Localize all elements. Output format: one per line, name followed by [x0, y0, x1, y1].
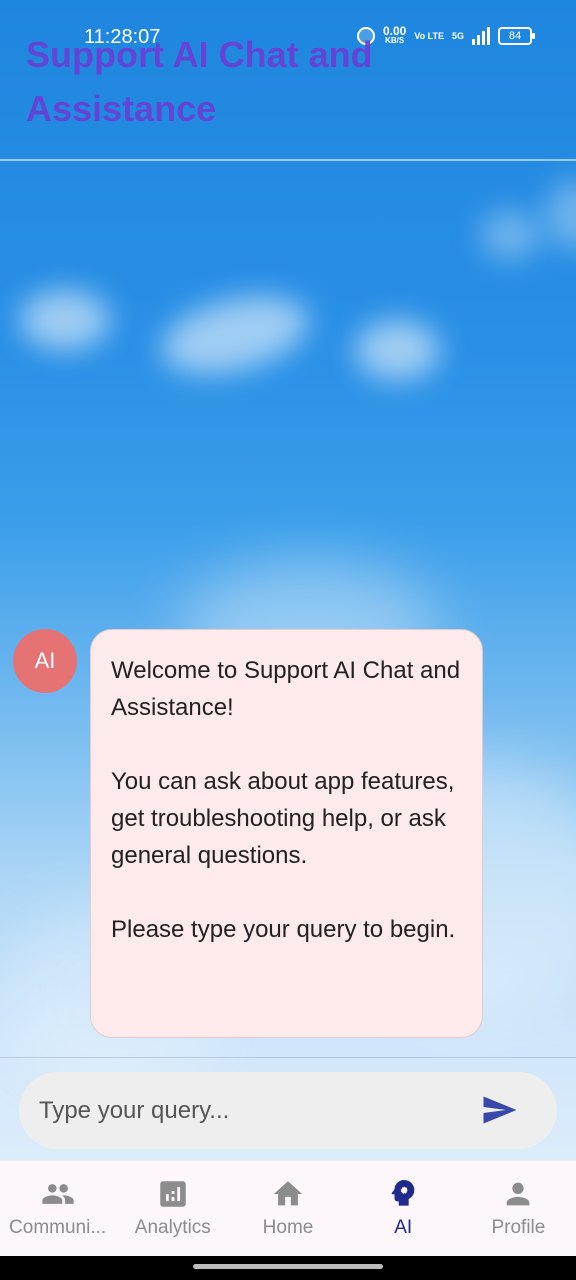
ai-head-icon	[391, 1179, 415, 1206]
nav-label-community: Communi...	[9, 1217, 107, 1238]
person-icon	[507, 1182, 530, 1206]
home-indicator[interactable]	[193, 1264, 383, 1269]
message-bubble: Welcome to Support AI Chat and Assistanc…	[90, 629, 483, 1038]
system-navigation-bar	[0, 1256, 576, 1280]
query-input-container	[19, 1072, 557, 1149]
send-button[interactable]	[481, 1092, 519, 1128]
nav-item-analytics[interactable]: Analytics	[115, 1161, 230, 1256]
send-icon	[483, 1096, 517, 1124]
ai-avatar: AI	[13, 629, 77, 693]
battery-icon: 84	[498, 27, 535, 45]
composer-divider	[0, 1057, 576, 1058]
nav-label-analytics: Analytics	[134, 1217, 211, 1238]
nav-label-profile: Profile	[491, 1217, 546, 1238]
home-icon	[273, 1181, 303, 1206]
network-type: 5G	[451, 31, 464, 41]
message-text: Welcome to Support AI Chat and Assistanc…	[111, 657, 461, 943]
nav-item-profile[interactable]: Profile	[461, 1161, 576, 1256]
nav-label-home: Home	[262, 1217, 314, 1238]
page-title: Support AI Chat and Assistance	[26, 34, 373, 129]
people-icon	[42, 1184, 74, 1204]
nav-item-home[interactable]: Home	[230, 1161, 345, 1256]
signal-icon	[472, 27, 490, 45]
nav-item-community[interactable]: Communi...	[0, 1161, 115, 1256]
query-input[interactable]	[39, 1072, 469, 1149]
app-bar-divider	[0, 159, 576, 161]
analytics-icon	[160, 1181, 186, 1207]
nav-label-ai: AI	[394, 1217, 413, 1238]
nav-item-ai[interactable]: AI	[346, 1161, 461, 1256]
bottom-navigation: Communi... Analytics Home AI Profile	[0, 1160, 576, 1256]
